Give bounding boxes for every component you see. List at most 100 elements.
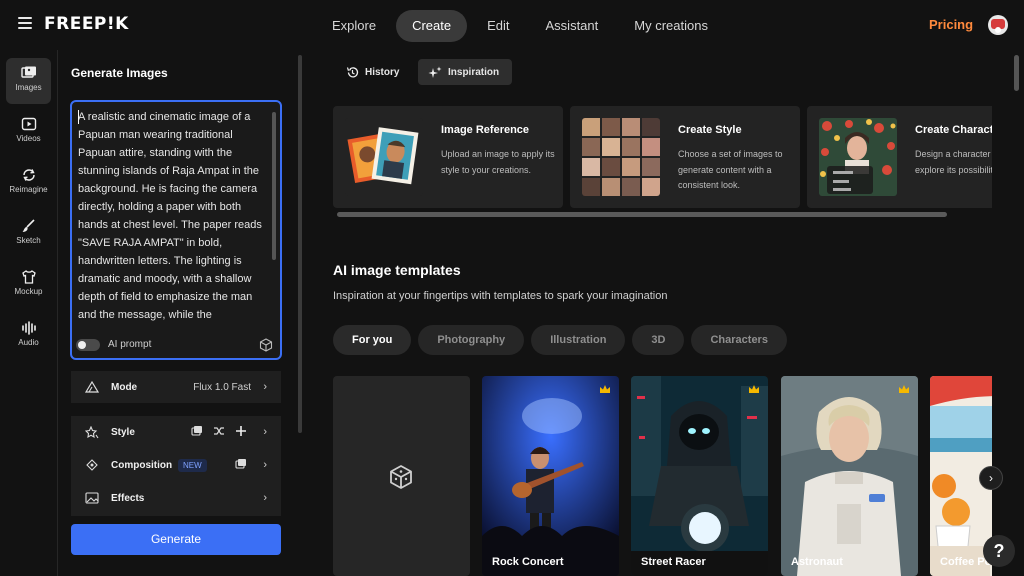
help-button[interactable]: ?: [983, 535, 1015, 567]
card-description: Upload an image to apply its style to yo…: [441, 149, 555, 175]
create-character-thumbnail: [819, 118, 897, 196]
freepik-logo[interactable]: FREEP!K: [44, 14, 129, 34]
card-create-character[interactable]: Create Character Design a character and …: [807, 106, 992, 208]
panel-title: Generate Images: [71, 66, 168, 80]
rail-item-sketch[interactable]: Sketch: [6, 211, 51, 257]
top-bar: FREEP!K Explore Create Edit Assistant My…: [0, 0, 1024, 50]
nav-my-creations[interactable]: My creations: [618, 10, 724, 42]
cards-scrollbar[interactable]: [337, 212, 947, 217]
settings-section: Style › Composition NEW › Effects ›: [71, 416, 281, 516]
main-scrollbar[interactable]: [1014, 55, 1019, 91]
effects-row[interactable]: Effects ›: [71, 482, 281, 515]
generate-button[interactable]: Generate: [71, 524, 281, 555]
effects-icon: [85, 492, 99, 504]
ai-prompt-label: AI prompt: [108, 339, 152, 350]
template-grid: Rock Concert Street Racer Astronaut Coff…: [333, 376, 992, 576]
template-label: Street Racer: [641, 556, 706, 568]
filter-for-you[interactable]: For you: [333, 325, 412, 355]
image-icon: [20, 66, 36, 78]
card-image-reference[interactable]: Image Reference Upload an image to apply…: [333, 106, 563, 208]
effects-label: Effects: [111, 493, 145, 504]
section-subtitle: Inspiration at your fingertips with temp…: [333, 290, 668, 302]
image-stack-icon[interactable]: [191, 425, 203, 437]
rail-label: Videos: [16, 134, 41, 143]
chevron-right-icon: ›: [263, 426, 267, 438]
tab-history[interactable]: History: [336, 59, 409, 85]
filter-illustration[interactable]: Illustration: [531, 325, 626, 355]
card-title: Create Character: [915, 124, 992, 136]
shuffle-icon[interactable]: [213, 425, 225, 437]
prompt-text[interactable]: A realistic and cinematic image of a Pap…: [78, 108, 264, 330]
template-tile-custom[interactable]: [333, 376, 470, 576]
card-description: Design a character and explore its possi…: [915, 149, 992, 175]
filter-characters[interactable]: Characters: [691, 325, 787, 355]
mode-row[interactable]: Mode Flux 1.0 Fast ›: [71, 371, 281, 404]
street-racer-image: [631, 376, 768, 576]
pricing-link[interactable]: Pricing: [929, 17, 973, 32]
filter-photography[interactable]: Photography: [418, 325, 525, 355]
style-row[interactable]: Style ›: [71, 416, 281, 449]
rail-label: Audio: [18, 338, 39, 347]
astronaut-image: [781, 376, 918, 576]
style-icon: [85, 426, 99, 439]
menu-icon[interactable]: [18, 17, 32, 31]
style-tools: [191, 425, 247, 437]
create-style-thumbnail: [582, 118, 660, 196]
rail-label: Mockup: [14, 287, 43, 296]
composition-row[interactable]: Composition NEW ›: [71, 449, 281, 482]
template-tile-street-racer[interactable]: Street Racer: [631, 376, 768, 576]
mode-icon: [85, 381, 99, 393]
chevron-right-icon: ›: [263, 492, 267, 504]
tab-inspiration[interactable]: Inspiration: [418, 59, 512, 85]
rail-item-reimagine[interactable]: Reimagine: [6, 160, 51, 206]
rail-label: Images: [15, 83, 42, 92]
tab-inspiration-label: Inspiration: [448, 66, 500, 78]
main-nav: Explore Create Edit Assistant My creatio…: [316, 10, 724, 42]
template-label: Rock Concert: [492, 556, 564, 568]
rock-concert-image: [482, 376, 619, 576]
nav-assistant[interactable]: Assistant: [530, 10, 615, 42]
chevron-right-icon: ›: [263, 381, 267, 393]
rail-label: Sketch: [16, 236, 41, 245]
composition-label: Composition: [111, 460, 173, 471]
template-label: Astronaut: [791, 556, 843, 568]
nav-explore[interactable]: Explore: [316, 10, 392, 42]
rail-item-videos[interactable]: Videos: [6, 109, 51, 155]
video-icon: [21, 117, 36, 131]
image-reference-thumbnail: [345, 118, 423, 196]
panel-scrollbar[interactable]: [298, 55, 302, 433]
cube-icon[interactable]: [259, 338, 273, 352]
refresh-icon: [22, 169, 35, 181]
nav-create[interactable]: Create: [396, 10, 468, 42]
rail-item-mockup[interactable]: Mockup: [6, 262, 51, 308]
audio-wave-icon: [21, 321, 36, 335]
new-badge: NEW: [178, 459, 207, 472]
plus-icon[interactable]: [235, 425, 247, 437]
filter-3d[interactable]: 3D: [632, 325, 685, 355]
rail-item-images[interactable]: Images: [6, 58, 51, 104]
premium-crown-icon: [899, 385, 909, 393]
tshirt-icon: [21, 270, 36, 284]
user-avatar[interactable]: [988, 15, 1008, 35]
nav-edit[interactable]: Edit: [471, 10, 525, 42]
composition-tools: [235, 458, 247, 470]
chevron-right-icon: ›: [263, 459, 267, 471]
cube-icon: [390, 465, 412, 489]
chevron-right-icon[interactable]: ›: [979, 466, 1003, 490]
brush-icon: [22, 219, 35, 232]
premium-crown-icon: [600, 385, 610, 393]
style-label: Style: [111, 427, 135, 438]
composition-icon: [86, 459, 98, 471]
card-title: Create Style: [678, 124, 742, 136]
sparkle-icon: [428, 66, 442, 78]
mode-label: Mode: [111, 382, 138, 393]
card-create-style[interactable]: Create Style Choose a set of images to g…: [570, 106, 800, 208]
prompt-input[interactable]: A realistic and cinematic image of a Pap…: [70, 100, 282, 360]
ai-prompt-toggle[interactable]: [76, 339, 100, 351]
template-tile-rock-concert[interactable]: Rock Concert: [482, 376, 619, 576]
rail-item-audio[interactable]: Audio: [6, 313, 51, 359]
template-tile-astronaut[interactable]: Astronaut: [781, 376, 918, 576]
rail-label: Reimagine: [9, 185, 48, 194]
prompt-scrollbar[interactable]: [272, 112, 276, 260]
image-stack-icon[interactable]: [235, 458, 247, 470]
